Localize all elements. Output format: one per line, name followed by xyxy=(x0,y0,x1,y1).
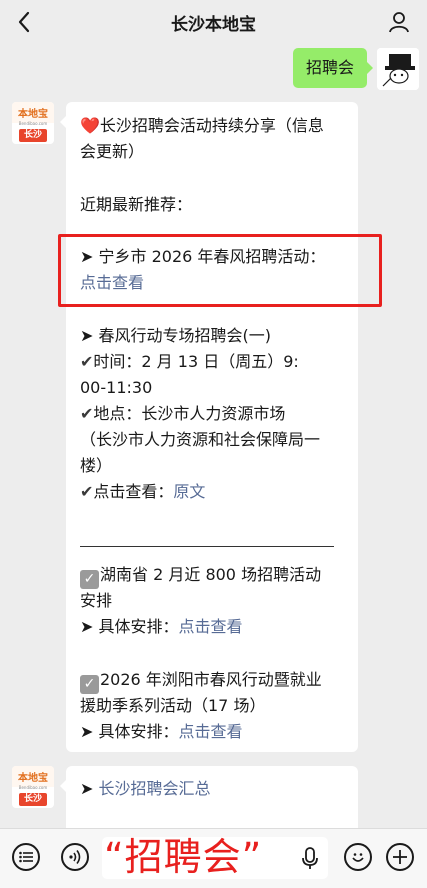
emoji-icon[interactable] xyxy=(344,843,372,871)
check-icon: ✔ xyxy=(80,482,94,501)
item3-title-line2: 安排 xyxy=(80,591,113,610)
account-avatar[interactable]: 本地宝 Bendibao.com 长沙 xyxy=(12,102,54,144)
summary-link[interactable]: 长沙招聘会汇总 xyxy=(99,779,211,798)
mic-icon[interactable] xyxy=(300,847,320,871)
plus-icon[interactable] xyxy=(386,843,414,871)
item1-title: ➤ 宁乡市 2026 年春风招聘活动： xyxy=(80,247,326,266)
item2-view-link[interactable]: 原文 xyxy=(173,482,205,501)
checkbox-icon: ✓ xyxy=(80,570,99,589)
top-bar: 长沙本地宝 xyxy=(0,0,427,44)
user-icon[interactable] xyxy=(385,8,413,36)
item3-title: ✓ 湖南省 2 月近 800 场招聘活动 xyxy=(80,562,321,589)
item2-place: ✔地点：长沙市人力资源市场 xyxy=(80,404,286,423)
chat-title: 长沙本地宝 xyxy=(171,14,256,35)
message-title-line2: 会更新） xyxy=(80,142,145,161)
item2-title: ➤ 春风行动专场招聘会(一) xyxy=(80,326,271,345)
back-icon[interactable] xyxy=(10,8,38,36)
list-icon[interactable] xyxy=(12,843,40,871)
check-icon: ✔ xyxy=(80,352,94,371)
item4-link[interactable]: 点击查看 xyxy=(179,722,243,741)
divider xyxy=(80,546,334,547)
logo-city: 长沙 xyxy=(19,793,47,806)
item4-title-line2: 援助季系列活动（17 场） xyxy=(80,696,266,715)
overlay-caption: “招聘会” xyxy=(104,835,263,879)
voice-icon[interactable] xyxy=(61,843,89,871)
recent-label: 近期最新推荐： xyxy=(80,195,193,214)
item4-arrange: ➤ 具体安排：点击查看 xyxy=(80,722,243,741)
account-avatar[interactable]: 本地宝 Bendibao.com 长沙 xyxy=(12,766,54,808)
summary-line: ➤ 长沙招聘会汇总 xyxy=(80,779,211,798)
item3-arrange: ➤ 具体安排：点击查看 xyxy=(80,617,243,636)
outgoing-bubble[interactable]: 招聘会 xyxy=(292,48,374,88)
item2-time-cont: 00-11:30 xyxy=(80,378,153,397)
heart-icon: ❤️ xyxy=(80,116,100,135)
logo-sub: Bendibao.com xyxy=(18,121,48,126)
item2-time: ✔时间：2 月 13 日（周五）9: xyxy=(80,352,299,371)
item4-title: ✓ 2026 年浏阳市春风行动暨就业 xyxy=(80,667,322,694)
outgoing-message: 招聘会 xyxy=(292,48,419,90)
logo-sub: Bendibao.com xyxy=(18,785,48,790)
my-avatar[interactable] xyxy=(377,48,419,90)
message-title-line1: ❤️长沙招聘会活动持续分享（信息 xyxy=(80,116,324,135)
item1-link[interactable]: 点击查看 xyxy=(80,270,144,296)
check-icon: ✔ xyxy=(80,404,94,423)
item2-view: ✔点击查看：原文 xyxy=(80,482,206,501)
item3-link[interactable]: 点击查看 xyxy=(179,617,243,636)
logo-city: 长沙 xyxy=(19,129,47,142)
item2-place-line2: （长沙市人力资源和社会保障局一 xyxy=(80,430,321,449)
checkbox-icon: ✓ xyxy=(80,675,99,694)
item2-place-line3: 楼） xyxy=(80,456,113,475)
